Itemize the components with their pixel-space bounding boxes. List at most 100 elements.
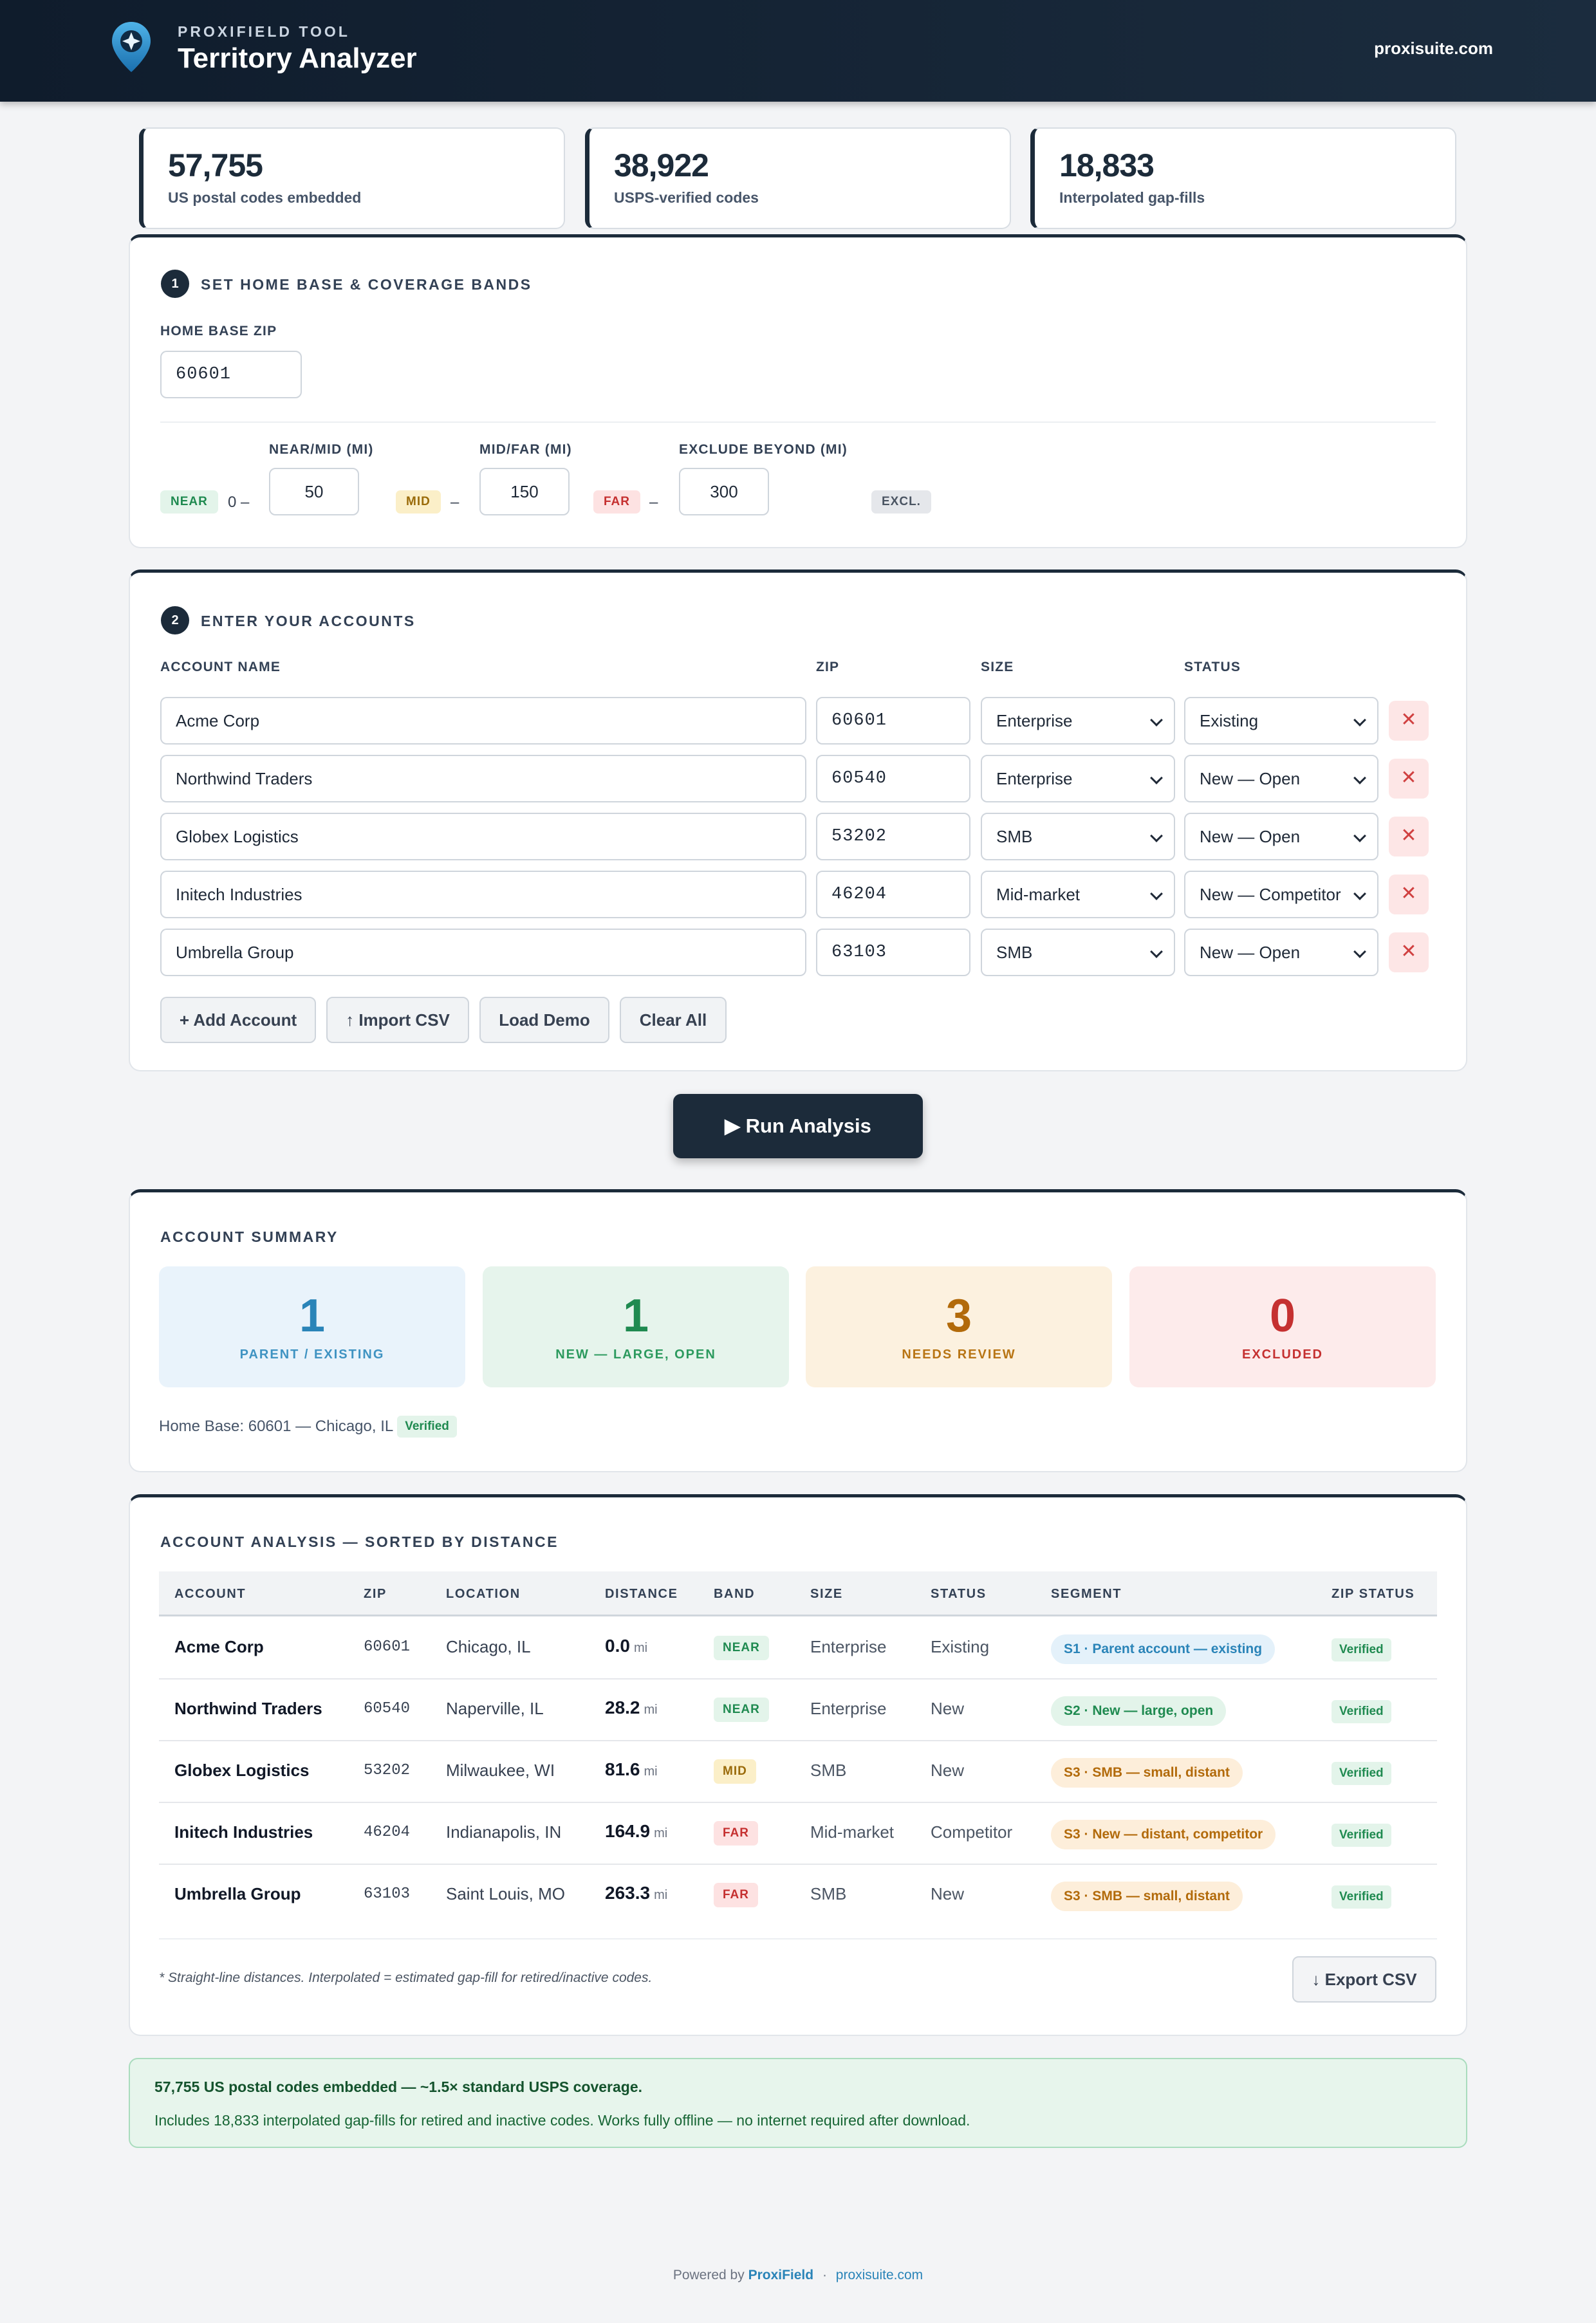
distance-value: 164.9 [605, 1821, 651, 1841]
cell-distance: 81.6 mi [605, 1759, 658, 1780]
account-size-select[interactable]: Enterprise [981, 697, 1175, 745]
import-csv-button[interactable]: ↑ Import CSV [326, 997, 469, 1043]
cell-zip: 60540 [364, 1700, 411, 1717]
status-value: New — Open [1200, 827, 1301, 846]
summary-label: PARENT / EXISTING [239, 1347, 385, 1362]
distance-unit: mi [644, 1703, 658, 1717]
status-value: Existing [1200, 711, 1259, 730]
table-row[interactable]: Initech Industries 46204 Indianapolis, I… [159, 1803, 1437, 1865]
load-demo-button[interactable]: Load Demo [479, 997, 609, 1043]
th-location[interactable]: LOCATION [446, 1587, 521, 1602]
cell-size: Enterprise [810, 1637, 887, 1656]
account-status-select[interactable]: New — Open [1184, 813, 1378, 860]
stat-card-verified: 38,922 USPS-verified codes [585, 127, 1011, 229]
account-status-select[interactable]: New — Open [1184, 929, 1378, 976]
account-size-select[interactable]: Mid-market [981, 871, 1175, 918]
col-status: STATUS [1184, 660, 1241, 674]
banner-detail: Includes 18,833 interpolated gap-fills f… [154, 2112, 970, 2129]
account-zip-input[interactable]: 60601 [816, 697, 970, 745]
band-badge: NEAR [714, 1698, 769, 1722]
account-name-input[interactable]: Northwind Traders [160, 755, 806, 802]
th-segment[interactable]: SEGMENT [1051, 1587, 1122, 1602]
account-status-select[interactable]: New — Competitor [1184, 871, 1378, 918]
site-link[interactable]: proxisuite.com [1374, 39, 1493, 59]
col-size: SIZE [981, 660, 1014, 674]
delete-row-icon[interactable]: ✕ [1389, 875, 1429, 914]
accounts-panel: 2 ENTER YOUR ACCOUNTS ACCOUNT NAME ZIP S… [129, 569, 1467, 1071]
th-band[interactable]: BAND [714, 1587, 755, 1602]
account-size-select[interactable]: SMB [981, 929, 1175, 976]
account-size-select[interactable]: SMB [981, 813, 1175, 860]
th-size[interactable]: SIZE [810, 1587, 843, 1602]
add-account-button[interactable]: + Add Account [160, 997, 316, 1043]
account-zip-input[interactable]: 60540 [816, 755, 970, 802]
th-distance[interactable]: DISTANCE [605, 1587, 678, 1602]
export-csv-button[interactable]: ↓ Export CSV [1292, 1956, 1436, 2003]
distance-unit: mi [633, 1641, 648, 1655]
home-base-text: Home Base: 60601 — Chicago, IL [159, 1418, 394, 1435]
th-status[interactable]: STATUS [931, 1587, 987, 1602]
cell-zip: 53202 [364, 1762, 411, 1779]
account-zip-input[interactable]: 53202 [816, 813, 970, 860]
band-badge: NEAR [714, 1636, 769, 1660]
th-zip-status[interactable]: ZIP STATUS [1332, 1587, 1415, 1602]
cell-distance: 0.0 mi [605, 1636, 647, 1656]
footer: Powered by ProxiField · proxisuite.com [0, 2268, 1596, 2283]
table-row[interactable]: Northwind Traders 60540 Naperville, IL 2… [159, 1680, 1437, 1741]
segment-badge: S3 · SMB — small, distant [1051, 1882, 1243, 1911]
stat-value: 18,833 [1059, 147, 1155, 183]
account-name-input[interactable]: Globex Logistics [160, 813, 806, 860]
summary-label: NEW — LARGE, OPEN [555, 1347, 716, 1362]
clear-all-button[interactable]: Clear All [620, 997, 727, 1043]
stat-label: US postal codes embedded [168, 189, 362, 206]
col-account-name: ACCOUNT NAME [160, 660, 281, 674]
cell-distance: 263.3 mi [605, 1883, 667, 1903]
exclude-beyond-input[interactable]: 300 [679, 468, 769, 515]
table-row[interactable]: Globex Logistics 53202 Milwaukee, WI 81.… [159, 1741, 1437, 1803]
far-band-badge: FAR [593, 490, 640, 514]
zip-status-badge: Verified [1332, 1638, 1391, 1661]
delete-row-icon[interactable]: ✕ [1389, 817, 1429, 856]
stat-card-interpolated: 18,833 Interpolated gap-fills [1030, 127, 1456, 229]
cell-location: Milwaukee, WI [446, 1761, 555, 1780]
footer-site-link[interactable]: proxisuite.com [836, 2268, 923, 2282]
zip-status-badge: Verified [1332, 1824, 1391, 1847]
summary-count: 3 [945, 1290, 972, 1342]
home-base-zip-input[interactable]: 60601 [160, 351, 302, 398]
footer-brand-link[interactable]: ProxiField [748, 2268, 814, 2282]
account-name-input[interactable]: Initech Industries [160, 871, 806, 918]
cell-size: Enterprise [810, 1699, 887, 1718]
account-status-select[interactable]: New — Open [1184, 755, 1378, 802]
account-name-input[interactable]: Acme Corp [160, 697, 806, 745]
table-row[interactable]: Umbrella Group 63103 Saint Louis, MO 263… [159, 1865, 1437, 1927]
near-mid-label: NEAR/MID (MI) [269, 442, 374, 457]
run-analysis-button[interactable]: ▶ Run Analysis [673, 1094, 923, 1158]
cell-location: Saint Louis, MO [446, 1884, 565, 1903]
size-value: SMB [996, 943, 1033, 962]
delete-row-icon[interactable]: ✕ [1389, 759, 1429, 799]
near-mid-input[interactable]: 50 [269, 468, 359, 515]
account-size-select[interactable]: Enterprise [981, 755, 1175, 802]
table-row[interactable]: Acme Corp 60601 Chicago, IL 0.0 mi NEAR E… [159, 1618, 1437, 1680]
account-zip-input[interactable]: 63103 [816, 929, 970, 976]
step-number: 2 [161, 606, 189, 634]
mid-far-input[interactable]: 150 [479, 468, 570, 515]
zip-status-badge: Verified [1332, 1885, 1391, 1909]
th-zip[interactable]: ZIP [364, 1587, 387, 1602]
summary-needs-review: 3 NEEDS REVIEW [806, 1266, 1112, 1387]
near-range: 0 – [228, 494, 250, 511]
cell-location: Indianapolis, IN [446, 1822, 562, 1842]
distance-unit: mi [644, 1764, 658, 1779]
stat-label: Interpolated gap-fills [1059, 189, 1205, 206]
far-range: – [649, 494, 658, 511]
th-account[interactable]: ACCOUNT [174, 1587, 246, 1602]
cell-size: SMB [810, 1884, 847, 1903]
distance-unit: mi [654, 1888, 668, 1902]
delete-row-icon[interactable]: ✕ [1389, 701, 1429, 741]
account-name-input[interactable]: Umbrella Group [160, 929, 806, 976]
account-zip-input[interactable]: 46204 [816, 871, 970, 918]
delete-row-icon[interactable]: ✕ [1389, 932, 1429, 972]
mid-far-label: MID/FAR (MI) [479, 442, 572, 457]
account-status-select[interactable]: Existing [1184, 697, 1378, 745]
distance-value: 28.2 [605, 1698, 640, 1717]
